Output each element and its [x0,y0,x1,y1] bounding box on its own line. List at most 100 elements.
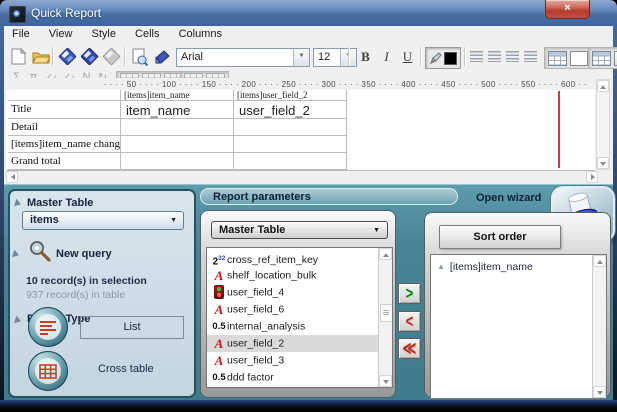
remove-all-fields-button[interactable]: ≪ [398,338,421,359]
menu-columns[interactable]: Columns [171,26,230,40]
font-size-select[interactable]: 12 ▼ [313,48,357,67]
page-break-line [558,91,560,168]
fields-groupbox: Master Table ▼ 232cross_ref_item_key Ash… [200,210,396,398]
open-folder-icon[interactable] [30,46,51,67]
grid-row-label[interactable]: Title [8,101,121,119]
report-settings-panel: Master Table items ▼ New query 10 record… [4,184,613,400]
field-name: user_field_3 [227,354,284,366]
cell-fill-swatch[interactable] [570,51,588,66]
grid-cell[interactable] [234,119,347,136]
bold-button[interactable]: B [356,47,375,66]
scroll-up-icon[interactable] [379,248,392,260]
grid-column-header[interactable]: [items]item_name [121,90,234,101]
new-query-button[interactable]: New query [56,248,112,260]
sort-list-scrollbar[interactable] [592,255,606,398]
field-row[interactable]: Auser_field_6 [207,301,378,318]
grid-cell[interactable] [121,153,234,170]
align-justify-icon[interactable] [524,51,537,62]
text-color-button[interactable] [425,47,461,69]
sort-item-row[interactable]: ▲ [items]item_name [431,258,592,276]
align-center-icon[interactable] [488,51,501,62]
field-row-selected[interactable]: Auser_field_2 [207,335,378,352]
grid-cell[interactable] [234,153,347,170]
scroll-down-icon[interactable] [593,386,606,398]
scroll-down-icon[interactable] [379,375,392,387]
field-list-scrollbar[interactable] [378,248,392,387]
menu-cells[interactable]: Cells [127,26,167,40]
grid-cell[interactable] [121,136,234,153]
open-wizard-link[interactable]: Open wizard [476,192,541,204]
cross-table-label[interactable]: Cross table [98,363,154,375]
save-all-icon[interactable] [79,46,100,67]
field-row[interactable]: 0.5internal_analysis [207,318,378,335]
scroll-up-icon[interactable] [597,80,609,92]
scroll-down-icon[interactable] [597,157,609,169]
sort-order-button[interactable]: Sort order [439,225,561,249]
list-report-button[interactable] [28,307,68,347]
scroll-right-icon[interactable] [586,171,598,183]
main-toolbar: Arial ▼ 12 ▼ B I U ... [4,44,613,71]
table-select-value: items [30,214,59,226]
grid-cell[interactable]: item_name [121,101,234,119]
align-left-icon[interactable] [470,51,483,62]
grid-corner-cell [8,90,121,101]
eraser-icon[interactable] [151,46,172,67]
field-row[interactable]: user_field_4 [207,284,378,301]
cross-table-button[interactable] [28,351,68,391]
sort-order-groupbox: Sort order ▲ [items]item_name [424,212,611,398]
field-row[interactable]: 232cross_ref_item_key [207,250,378,267]
save-icon[interactable] [57,46,78,67]
new-document-icon[interactable] [8,46,29,67]
grid-cell[interactable] [234,136,347,153]
field-name: ddd factor [227,371,274,383]
field-row[interactable]: Auser_field_3 [207,352,378,369]
remove-field-button[interactable]: < [398,311,421,332]
scroll-up-icon[interactable] [593,255,606,267]
field-row[interactable]: 0.5ddd factor [207,369,378,386]
list-report-label[interactable]: List [80,316,184,339]
chevron-down-icon: ▼ [373,227,380,234]
menu-style[interactable]: Style [84,26,124,40]
font-family-select[interactable]: Arial ▼ [176,48,310,67]
table-count: 937 record(s) in table [26,289,125,301]
field-name: shelf_location_bulk [227,269,316,281]
table-select[interactable]: items ▼ [22,211,184,230]
align-right-icon[interactable] [506,51,519,62]
app-icon [9,6,26,23]
grid-vertical-scrollbar[interactable] [596,79,610,170]
field-row[interactable]: Ashelf_location_bulk [207,267,378,284]
menu-file[interactable]: File [4,26,38,40]
field-name: user_field_6 [227,303,284,315]
close-button[interactable]: × [545,0,590,19]
cell-style-icon[interactable] [592,51,611,66]
chevron-down-icon: ▼ [170,217,177,224]
magnifier-icon[interactable] [28,239,52,263]
add-field-button[interactable]: > [398,283,421,304]
grid-row-label[interactable]: [items]item_name changed [8,136,121,153]
save-template-icon-disabled[interactable] [101,46,122,67]
color-swatch-black [444,52,457,65]
horizontal-ruler: · · · · 50 · · · · 100 · · · · 150 · · ·… [104,79,596,90]
chevron-down-icon[interactable]: ▼ [293,49,309,66]
menu-view[interactable]: View [41,26,81,40]
font-size-value: 12 [318,51,330,63]
print-preview-icon[interactable] [129,46,150,67]
sort-ascending-icon: ▲ [437,262,445,271]
grid-cell[interactable]: user_field_2 [234,101,347,119]
sort-item-name: [items]item_name [450,261,533,273]
parameters-table-select[interactable]: Master Table ▼ [211,221,388,239]
master-table-box: Master Table items ▼ New query 10 record… [8,189,196,398]
title-bar[interactable]: Quick Report × [0,0,617,27]
cell-borders-icon[interactable] [548,51,567,66]
scrollbar-thumb[interactable] [380,304,393,322]
underline-button[interactable]: U [398,47,417,66]
field-name: user_field_2 [227,337,284,349]
grid-column-header[interactable]: [items]user_field_2 [234,90,347,101]
grid-row-label[interactable]: Detail [8,119,121,136]
field-name: cross_ref_item_key [227,254,318,266]
scroll-left-icon[interactable] [6,171,18,183]
grid-row-label[interactable]: Grand total [8,153,121,170]
italic-button[interactable]: I [377,47,396,66]
arrow-bullet-icon [14,316,26,327]
grid-cell[interactable] [121,119,234,136]
